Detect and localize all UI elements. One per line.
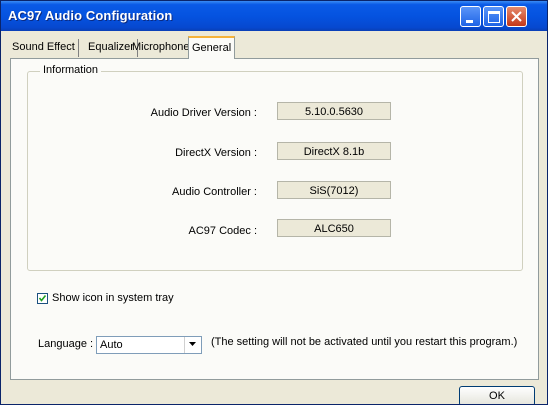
information-group-label: Information xyxy=(40,64,102,76)
minimize-icon xyxy=(466,20,473,23)
directx-version-value: DirectX 8.1b xyxy=(277,142,391,160)
ok-button[interactable]: OK xyxy=(459,386,535,404)
tab-microphone[interactable]: Microphone xyxy=(129,39,194,57)
tab-general[interactable]: General xyxy=(188,36,236,59)
audio-driver-version-label: Audio Driver Version : xyxy=(150,107,257,119)
language-select[interactable]: Auto xyxy=(96,336,202,354)
dropdown-button[interactable] xyxy=(184,337,201,353)
show-tray-icon-checkbox[interactable] xyxy=(37,293,48,304)
close-icon xyxy=(511,11,522,22)
tab-sound-effect[interactable]: Sound Effect xyxy=(9,39,79,57)
audio-controller-value: SiS(7012) xyxy=(277,181,391,199)
checkmark-icon xyxy=(38,295,47,302)
ac97-codec-value: ALC650 xyxy=(277,219,391,237)
information-group xyxy=(27,71,523,271)
restart-note: (The setting will not be activated until… xyxy=(211,336,518,348)
close-button[interactable] xyxy=(506,6,527,27)
dialog-window: AC97 Audio Configuration Sound Effect Eq… xyxy=(0,0,548,405)
audio-driver-version-value: 5.10.0.5630 xyxy=(277,102,391,120)
show-tray-icon-label[interactable]: Show icon in system tray xyxy=(52,292,174,304)
maximize-icon xyxy=(488,11,500,23)
window-title: AC97 Audio Configuration xyxy=(8,8,173,23)
maximize-button[interactable] xyxy=(483,6,504,27)
language-label: Language : xyxy=(38,338,94,350)
language-select-value: Auto xyxy=(100,339,123,351)
minimize-button[interactable] xyxy=(460,6,481,27)
directx-version-label: DirectX Version : xyxy=(175,147,257,159)
title-bar[interactable]: AC97 Audio Configuration xyxy=(1,1,547,31)
chevron-down-icon xyxy=(189,342,196,346)
audio-controller-label: Audio Controller : xyxy=(172,186,257,198)
ac97-codec-label: AC97 Codec : xyxy=(188,225,257,237)
